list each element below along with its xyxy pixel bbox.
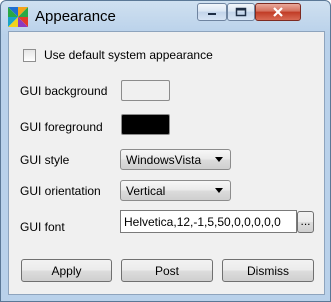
dialog-body: Use default system appearance GUI backgr… <box>8 31 325 295</box>
gui-orientation-label: GUI orientation <box>20 184 101 198</box>
gui-background-label: GUI background <box>20 84 108 98</box>
minimize-button[interactable] <box>197 3 227 21</box>
maximize-icon <box>228 4 254 20</box>
gui-style-value: WindowsVista <box>126 153 202 167</box>
use-default-checkbox[interactable] <box>23 48 36 62</box>
app-icon <box>8 7 28 27</box>
use-default-row[interactable]: Use default system appearance <box>23 48 213 62</box>
gui-font-label: GUI font <box>20 220 65 234</box>
gui-style-label: GUI style <box>20 153 70 167</box>
gui-orientation-value: Vertical <box>126 184 166 198</box>
chevron-down-icon <box>215 157 223 162</box>
close-icon <box>256 4 300 20</box>
gui-foreground-swatch[interactable] <box>121 114 170 135</box>
gui-orientation-select[interactable]: Vertical <box>120 180 231 201</box>
font-browse-button[interactable]: ... <box>297 211 314 233</box>
close-button[interactable] <box>255 3 301 21</box>
post-button[interactable]: Post <box>121 259 213 282</box>
gui-foreground-label: GUI foreground <box>20 120 103 134</box>
use-default-label: Use default system appearance <box>44 48 213 62</box>
window-title: Appearance <box>35 8 116 25</box>
apply-button[interactable]: Apply <box>21 259 112 282</box>
gui-font-field[interactable]: Helvetica,12,-1,5,50,0,0,0,0,0 <box>120 210 297 233</box>
minimize-icon <box>198 4 226 20</box>
dismiss-button[interactable]: Dismiss <box>222 259 314 282</box>
gui-font-value: Helvetica,12,-1,5,50,0,0,0,0,0 <box>124 215 281 229</box>
appearance-window: Appearance Use default system appearance… <box>0 0 331 302</box>
chevron-down-icon <box>215 188 223 193</box>
maximize-button[interactable] <box>227 3 255 21</box>
gui-background-swatch[interactable] <box>121 80 170 101</box>
gui-style-select[interactable]: WindowsVista <box>120 149 231 170</box>
